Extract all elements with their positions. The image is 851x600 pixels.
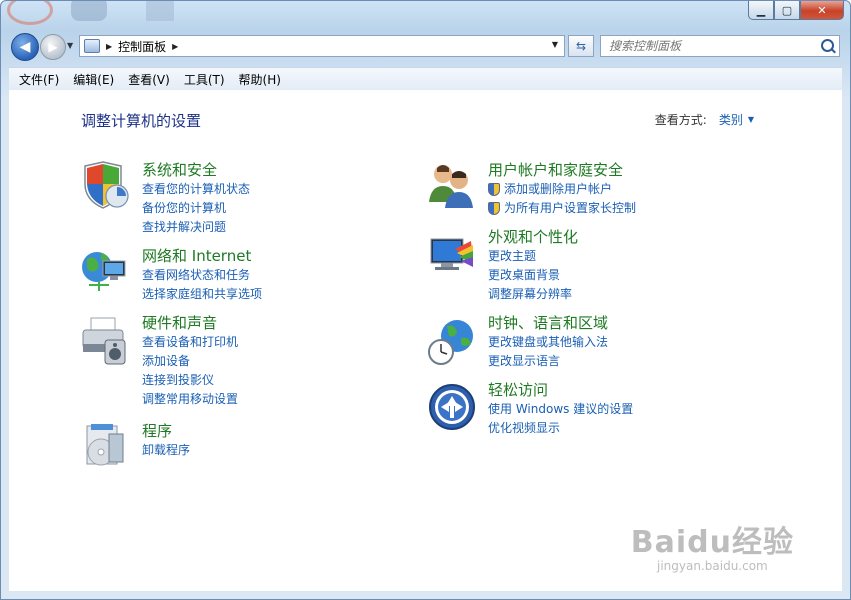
breadcrumb-separator-icon[interactable]: ▶ xyxy=(106,42,112,51)
minimize-icon[interactable]: ▁ xyxy=(748,1,774,20)
category-system-security: 系统和安全 查看您的计算机状态 备份您的计算机 查找并解决问题 xyxy=(142,160,250,237)
category-appearance: 外观和个性化 更改主题 更改桌面背景 调整屏幕分辨率 xyxy=(488,227,578,304)
refresh-icon[interactable]: ⇆ xyxy=(568,35,594,57)
link-parental-controls[interactable]: 为所有用户设置家长控制 xyxy=(488,199,636,218)
category-title[interactable]: 用户帐户和家庭安全 xyxy=(488,160,636,180)
view-by: 查看方式: 类别 ▼ xyxy=(655,111,754,128)
link-connect-projector[interactable]: 连接到投影仪 xyxy=(142,371,238,390)
shield-icon[interactable] xyxy=(79,160,129,210)
link-optimize-visual-display[interactable]: 优化视频显示 xyxy=(488,419,633,438)
watermark-logo: Baidu经验 xyxy=(630,525,794,560)
category-user-accounts: 用户帐户和家庭安全 添加或删除用户帐户 为所有用户设置家长控制 xyxy=(488,160,636,218)
category-title[interactable]: 程序 xyxy=(142,421,190,441)
link-devices-printers[interactable]: 查看设备和打印机 xyxy=(142,333,238,352)
menu-view[interactable]: 查看(V) xyxy=(128,71,170,88)
maximize-icon[interactable]: ▢ xyxy=(774,1,800,20)
back-arrow-icon[interactable]: ◀ xyxy=(11,33,39,61)
programs-disc-icon[interactable] xyxy=(79,420,129,470)
menu-tools[interactable]: 工具(T) xyxy=(184,71,225,88)
search-input[interactable] xyxy=(607,38,811,54)
uac-shield-icon xyxy=(488,202,500,215)
link-add-device[interactable]: 添加设备 xyxy=(142,352,238,371)
watermark: Baidu经验 jingyan.baidu.com xyxy=(631,517,794,573)
menu-bar: 文件(F) 编辑(E) 查看(V) 工具(T) 帮助(H) xyxy=(9,67,842,91)
link-display-language[interactable]: 更改显示语言 xyxy=(488,352,608,371)
link-troubleshoot[interactable]: 查找并解决问题 xyxy=(142,218,250,237)
link-view-computer-status[interactable]: 查看您的计算机状态 xyxy=(142,180,250,199)
recent-pages-dropdown-icon[interactable]: ▼ xyxy=(67,41,73,50)
user-accounts-icon[interactable] xyxy=(427,160,477,210)
category-programs: 程序 卸载程序 xyxy=(142,421,190,460)
content-area: 调整计算机的设置 查看方式: 类别 ▼ 系统和安全 查看您的计算机状态 备份您的… xyxy=(9,90,842,591)
category-clock-region: 时钟、语言和区域 更改键盘或其他输入法 更改显示语言 xyxy=(488,313,608,371)
view-by-label: 查看方式: xyxy=(654,113,707,127)
menu-file[interactable]: 文件(F) xyxy=(19,71,59,88)
caption-buttons: ▁ ▢ ✕ xyxy=(748,1,844,21)
address-bar[interactable]: ▶ 控制面板 ▶ ▼ xyxy=(79,35,565,57)
control-panel-icon xyxy=(84,39,100,53)
category-hardware-sound: 硬件和声音 查看设备和打印机 添加设备 连接到投影仪 调整常用移动设置 xyxy=(142,313,238,409)
monitor-palette-icon[interactable] xyxy=(427,231,477,281)
control-panel-window: ▁ ▢ ✕ ◀ ▶ ▼ ▶ 控制面板 ▶ ▼ ⇆ 文件(F) 编辑(E) 查看(… xyxy=(0,0,851,600)
category-title[interactable]: 硬件和声音 xyxy=(142,313,238,333)
search-box[interactable] xyxy=(600,35,840,57)
category-title[interactable]: 网络和 Internet xyxy=(142,246,262,266)
ease-of-access-icon[interactable] xyxy=(427,382,477,432)
page-title: 调整计算机的设置 xyxy=(81,112,202,130)
link-view-network-status[interactable]: 查看网络状态和任务 xyxy=(142,266,262,285)
menu-edit[interactable]: 编辑(E) xyxy=(73,71,114,88)
navigation-bar: ◀ ▶ ▼ ▶ 控制面板 ▶ ▼ ⇆ xyxy=(9,33,842,61)
clock-globe-icon[interactable] xyxy=(427,316,477,366)
printer-speaker-icon[interactable] xyxy=(79,316,129,366)
category-title[interactable]: 轻松访问 xyxy=(488,380,633,400)
category-title[interactable]: 系统和安全 xyxy=(142,160,250,180)
breadcrumb-separator-icon[interactable]: ▶ xyxy=(172,42,178,51)
category-network-internet: 网络和 Internet 查看网络状态和任务 选择家庭组和共享选项 xyxy=(142,246,262,304)
watermark-url: jingyan.baidu.com xyxy=(657,559,768,573)
forward-arrow-icon[interactable]: ▶ xyxy=(40,34,66,60)
category-title[interactable]: 外观和个性化 xyxy=(488,227,578,247)
link-keyboard-input[interactable]: 更改键盘或其他输入法 xyxy=(488,333,608,352)
link-add-remove-accounts[interactable]: 添加或删除用户帐户 xyxy=(488,180,636,199)
category-ease-of-access: 轻松访问 使用 Windows 建议的设置 优化视频显示 xyxy=(488,380,633,438)
link-homegroup-sharing[interactable]: 选择家庭组和共享选项 xyxy=(142,285,262,304)
close-icon[interactable]: ✕ xyxy=(800,1,844,20)
wallpaper-strip xyxy=(1,1,201,27)
link-uninstall-program[interactable]: 卸载程序 xyxy=(142,441,190,460)
link-change-theme[interactable]: 更改主题 xyxy=(488,247,578,266)
link-mobility-settings[interactable]: 调整常用移动设置 xyxy=(142,390,238,409)
chevron-down-icon[interactable]: ▼ xyxy=(748,115,754,124)
address-dropdown-icon[interactable]: ▼ xyxy=(552,40,558,49)
uac-shield-icon xyxy=(488,183,500,196)
search-icon[interactable] xyxy=(821,39,834,52)
link-backup-computer[interactable]: 备份您的计算机 xyxy=(142,199,250,218)
network-globe-icon[interactable] xyxy=(79,245,129,295)
menu-help[interactable]: 帮助(H) xyxy=(239,71,281,88)
breadcrumb-control-panel[interactable]: 控制面板 xyxy=(118,38,166,55)
link-windows-suggested-settings[interactable]: 使用 Windows 建议的设置 xyxy=(488,400,633,419)
link-screen-resolution[interactable]: 调整屏幕分辨率 xyxy=(488,285,578,304)
link-change-background[interactable]: 更改桌面背景 xyxy=(488,266,578,285)
category-title[interactable]: 时钟、语言和区域 xyxy=(488,313,608,333)
view-by-dropdown[interactable]: 类别 xyxy=(719,111,743,128)
